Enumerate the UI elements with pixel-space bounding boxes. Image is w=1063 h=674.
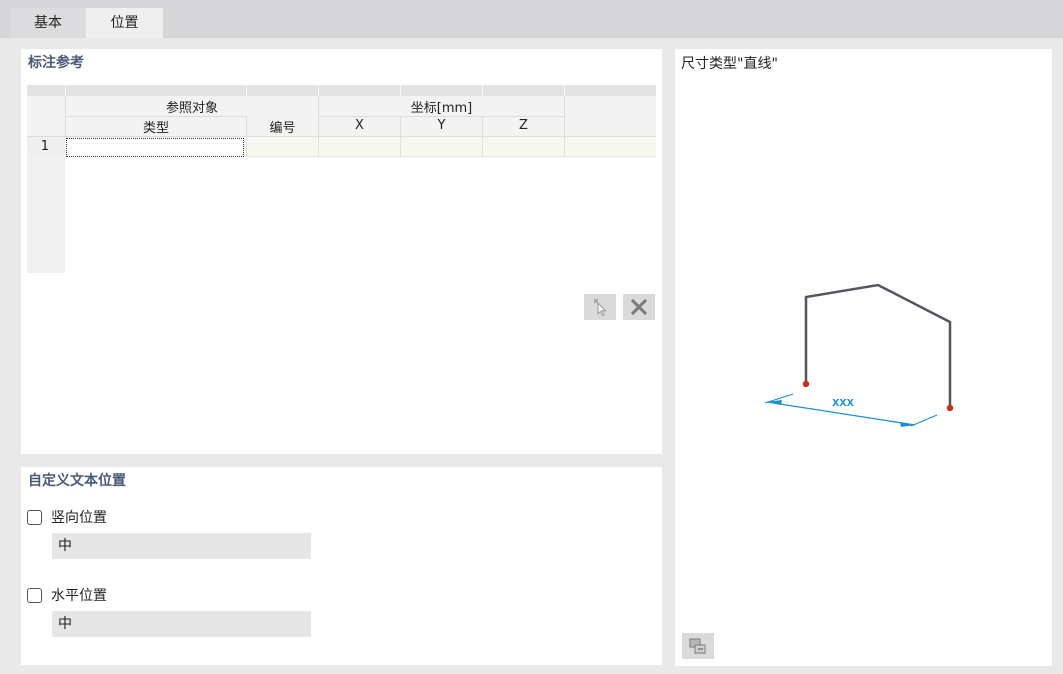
reference-point-right [946,404,954,412]
cell-type[interactable] [66,138,244,157]
tab-bar: 基本 位置 [0,0,1063,38]
close-icon [631,299,647,315]
frame-line [804,283,952,408]
table-row: 1 [27,137,656,157]
custom-text-position-panel: 自定义文本位置 竖向位置 中 水平位置 中 [21,467,662,665]
column-header-type: 类型 [142,121,169,136]
horizontal-position-row[interactable]: 水平位置 [27,585,107,605]
column-group-reference-object: 参照对象 [165,101,218,116]
column-header-number: 编号 [269,121,296,136]
cell-number[interactable] [247,137,318,157]
delete-button[interactable] [623,294,655,320]
vertical-position-row[interactable]: 竖向位置 [27,507,107,527]
reference-title: 标注参考 [28,55,84,71]
view-settings-button[interactable] [682,633,714,659]
horizontal-position-checkbox[interactable] [27,587,42,603]
cursor-pick-icon [593,298,607,317]
vertical-position-select[interactable]: 中 [52,533,311,559]
table-header: 参照对象 类型 编号 坐标[mm] X Y Z [27,96,656,137]
reference-panel: 标注参考 参照对象 类型 编号 坐标[mm] X Y Z 1 [21,49,662,454]
row-number: 1 [27,137,65,157]
column-header-y: Y [437,118,446,133]
cell-x[interactable] [319,137,400,157]
column-header-x: X [355,118,364,133]
tab-basic[interactable]: 基本 [10,8,86,38]
column-header-z: Z [519,118,528,133]
vertical-position-checkbox[interactable] [27,509,42,525]
table-top-strip [27,85,656,96]
reference-point-left [802,380,810,388]
dimension-preview-drawing: xxx [764,283,954,427]
dimension-label: xxx [832,394,854,409]
preview-panel: 尺寸类型"直线" xxx [675,49,1052,666]
view-settings-icon [689,638,706,654]
vertical-position-label: 竖向位置 [51,510,107,526]
cell-z[interactable] [483,137,564,157]
column-group-coordinates: 坐标[mm] [410,101,473,116]
reference-table: 参照对象 类型 编号 坐标[mm] X Y Z 1 [27,85,656,273]
cell-y[interactable] [401,137,482,157]
custom-text-title: 自定义文本位置 [28,473,126,489]
horizontal-position-label: 水平位置 [51,588,107,604]
tab-position[interactable]: 位置 [86,8,163,38]
horizontal-position-select[interactable]: 中 [52,611,311,637]
pick-object-button[interactable] [584,294,616,320]
